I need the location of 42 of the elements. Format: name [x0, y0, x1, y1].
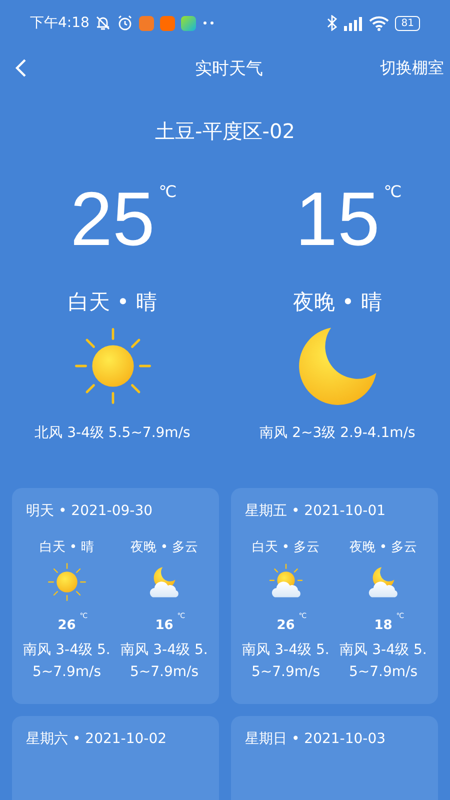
app-icon — [139, 16, 154, 30]
temperature: 18 — [374, 618, 392, 633]
period-condition: 白天 • 多云 — [252, 539, 320, 556]
forecast-date: 明天 • 2021-09-30 — [25, 502, 154, 520]
wind-info: 南风 2~3级 2.9-4.1m/s — [260, 424, 416, 442]
temperature-unit: ℃ — [384, 182, 402, 201]
wind-info: 南风 3-4级 5.5~7.9m/s — [241, 641, 330, 682]
page-title: 实时天气 — [195, 58, 263, 80]
wind-info: 北风 3-4级 5.5~7.9m/s — [34, 424, 190, 442]
moon-icon — [298, 326, 378, 406]
bell-muted-icon — [95, 15, 112, 31]
weather-condition: 白天 • 晴 — [68, 289, 157, 316]
temperature: 26 — [58, 618, 76, 633]
weather-condition: 夜晚 • 晴 — [293, 289, 382, 316]
temperature: 26 — [276, 618, 295, 633]
wind-info: 南风 3-4级 5.5~7.9m/s — [338, 641, 428, 682]
temperature: 15 — [295, 182, 380, 258]
temperature: 25 — [70, 182, 155, 258]
app-icon — [181, 16, 196, 30]
period-condition: 白天 • 晴 — [39, 539, 94, 556]
bluetooth-icon — [327, 15, 338, 31]
sun-icon — [72, 326, 152, 406]
battery-icon: 81 — [395, 16, 420, 30]
more-icon — [202, 21, 216, 25]
wifi-icon — [369, 16, 390, 30]
wind-info: 南风 3-4级 5.5~7.9m/s — [120, 641, 209, 682]
location-name: 土豆-平度区-02 — [154, 118, 296, 145]
forecast-date: 星期五 • 2021-10-01 — [244, 502, 387, 520]
app-icon — [160, 16, 176, 30]
back-icon[interactable] — [14, 58, 28, 78]
forecast-date: 星期日 • 2021-10-03 — [244, 730, 387, 748]
alarm-icon — [117, 15, 134, 31]
period-condition: 夜晚 • 多云 — [349, 539, 418, 556]
wind-info: 南风 3-4级 5.5~7.9m/s — [22, 641, 112, 682]
temperature-unit: ℃ — [158, 182, 177, 201]
sun-icon — [46, 562, 87, 602]
temperature: 16 — [155, 618, 174, 633]
signal-icon — [343, 16, 364, 30]
period-condition: 夜晚 • 多云 — [130, 539, 198, 556]
switch-greenhouse-button[interactable]: 切换棚室 — [380, 58, 444, 78]
status-time: 下午4:18 — [30, 14, 90, 32]
forecast-date: 星期六 • 2021-10-02 — [25, 730, 168, 748]
